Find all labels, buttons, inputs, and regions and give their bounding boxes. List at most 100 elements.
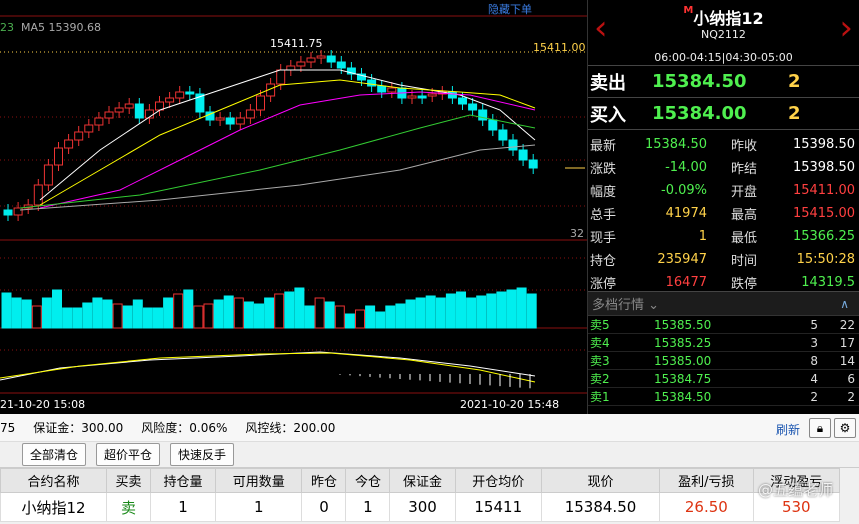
stat-row: 总手 41974 最高 15415.00 (588, 202, 859, 225)
candle-body (498, 129, 508, 141)
stat-value: 41974 (665, 206, 707, 221)
candle-body (508, 139, 518, 151)
volume-bar (294, 287, 305, 329)
flatten-button[interactable]: 超价平仓 (96, 443, 161, 466)
depth-level: 卖2 (590, 372, 610, 386)
volume-bar (11, 297, 22, 329)
depth-count: 2 (847, 389, 855, 404)
candle-body (256, 95, 265, 111)
candle-body (124, 103, 134, 109)
depth-level: 卖5 (590, 318, 610, 332)
refresh-link[interactable]: 刷新 (776, 421, 800, 438)
stat-value: 1 (698, 229, 707, 244)
ma20-line (39, 91, 536, 209)
next-contract-icon[interactable]: › (839, 8, 853, 48)
table-cell: 15384.50 (540, 492, 661, 522)
volume-bar (425, 295, 436, 329)
column-header[interactable]: 现价 (540, 468, 661, 493)
hide-order-link[interactable]: 隐藏下单 (488, 1, 532, 17)
depth-price: 15385.25 (654, 335, 712, 350)
chevron-up-icon[interactable]: ∧ (840, 297, 849, 311)
column-header[interactable]: 合约名称 (0, 468, 107, 493)
table-cell: 300 (389, 492, 456, 522)
column-header[interactable]: 可用数量 (215, 468, 303, 493)
stat-value: 15366.25 (792, 229, 855, 244)
volume-bar (233, 297, 244, 329)
column-header[interactable]: 买卖 (106, 468, 151, 493)
column-header[interactable]: 昨仓 (301, 468, 347, 493)
candle-body (336, 61, 346, 69)
stat-value: -0.09% (661, 183, 707, 198)
ask-row[interactable]: 卖出 15384.50 2 (588, 66, 859, 98)
reverse-button[interactable]: 快速反手 (170, 443, 235, 466)
volume-bar (41, 297, 52, 329)
depth-header[interactable]: 多档行情 ⌄ ∧ (588, 292, 859, 316)
candle-body (488, 119, 498, 131)
volume-bar (122, 305, 133, 329)
bid-price: 15384.00 (652, 103, 747, 124)
candle-body (367, 79, 377, 87)
column-header[interactable]: 保证金 (389, 468, 456, 493)
candle-body (84, 124, 94, 133)
volume-bar (344, 313, 355, 329)
volume-bar (102, 299, 113, 329)
volume-bar (254, 303, 264, 329)
volume-bar (405, 299, 416, 329)
depth-price: 15384.75 (654, 371, 712, 386)
candle-body (427, 93, 437, 97)
stat-label: 跌停 (731, 277, 758, 292)
volume-bar (243, 301, 254, 329)
column-header[interactable]: 开仓均价 (454, 468, 542, 493)
volume-bar (385, 305, 396, 329)
candle-body (134, 103, 144, 119)
close-all-button[interactable]: 全部清仓 (22, 443, 87, 466)
candle-body (94, 117, 104, 126)
time-axis-end: 2021-10-20 15:48 (460, 398, 560, 411)
column-header[interactable]: 持仓量 (149, 468, 217, 493)
depth-qty: 8 (810, 353, 818, 368)
stat-value: 15398.50 (792, 137, 855, 152)
volume-bar (456, 291, 466, 329)
stat-value: -14.00 (665, 160, 707, 175)
lock-settings-icon[interactable]: ⚙ (834, 418, 856, 438)
table-row[interactable]: 小纳指12 卖 1 1 0 1 300 15411 15384.50 26.50 530 (0, 492, 841, 522)
action-bar: 全部清仓 超价平仓 快速反手 (0, 442, 859, 468)
volume-bar (62, 307, 73, 329)
candle-body (286, 65, 296, 71)
depth-row[interactable]: 卖4 15385.25 3 17 (588, 334, 859, 352)
bid-row[interactable]: 买入 15384.00 2 (588, 98, 859, 130)
volume-bar (203, 303, 214, 329)
stat-label: 持仓 (590, 254, 617, 269)
stat-label: 最新 (590, 139, 617, 154)
candle-body (518, 149, 528, 161)
ask-qty: 2 (788, 71, 801, 92)
volume-bar (486, 293, 497, 329)
macd-dea-line (0, 352, 536, 383)
axis-level-label: 32 (570, 227, 584, 240)
candle-body (316, 55, 326, 59)
kline-chart[interactable]: 隐藏下单 23 MA5 15390.68 15411.75 15411.00 3… (0, 0, 587, 414)
volume-bar (21, 299, 32, 329)
stat-label: 最高 (731, 208, 758, 223)
volume-bar (466, 297, 477, 329)
account-info-bar: 75 保证金：300.00 风险度：0.06% 风控线：200.00 刷新 🔒︎… (0, 414, 859, 442)
risk-info: 风险度：0.06% (141, 421, 228, 435)
column-header[interactable]: 今仓 (345, 468, 391, 493)
lock-icon[interactable]: 🔒︎ (809, 418, 831, 438)
stat-value: 15398.50 (792, 160, 855, 175)
depth-row[interactable]: 卖5 15385.50 5 22 (588, 316, 859, 334)
depth-row[interactable]: 卖1 15384.50 2 2 (588, 388, 859, 406)
depth-count: 17 (839, 335, 855, 350)
depth-count: 6 (847, 371, 855, 386)
column-header[interactable]: 盈利/亏损 (659, 468, 754, 493)
volume-bar (496, 291, 507, 329)
volume-bar (476, 295, 487, 329)
ma60-line (19, 144, 536, 211)
depth-row[interactable]: 卖3 15385.00 8 14 (588, 352, 859, 370)
volume-bar (506, 289, 517, 329)
candle-body (33, 184, 43, 206)
table-cell: 小纳指12 (0, 492, 107, 522)
volume-bar (142, 307, 153, 329)
depth-row[interactable]: 卖2 15384.75 4 6 (588, 370, 859, 388)
stat-label: 时间 (731, 254, 758, 269)
